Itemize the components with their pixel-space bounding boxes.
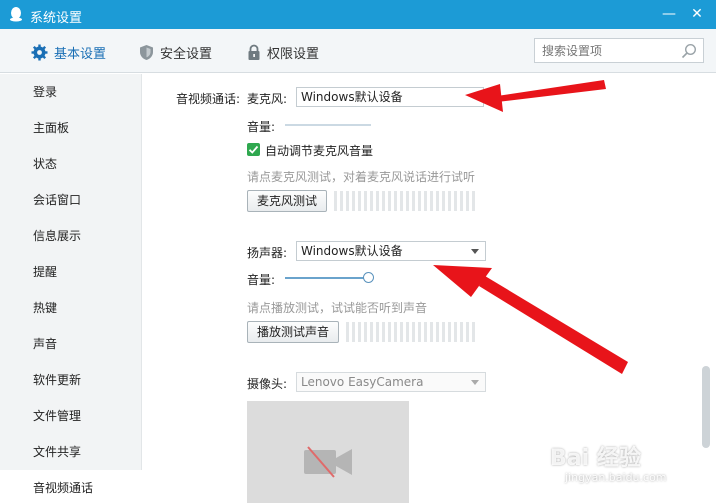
baidu-watermark-url: jingyan.baidu.com — [565, 471, 667, 484]
arrow-to-microphone — [465, 80, 606, 112]
annotation-arrows — [433, 80, 628, 374]
arrow-to-speaker — [433, 265, 628, 374]
baidu-watermark: Bai 经验 — [550, 446, 641, 471]
